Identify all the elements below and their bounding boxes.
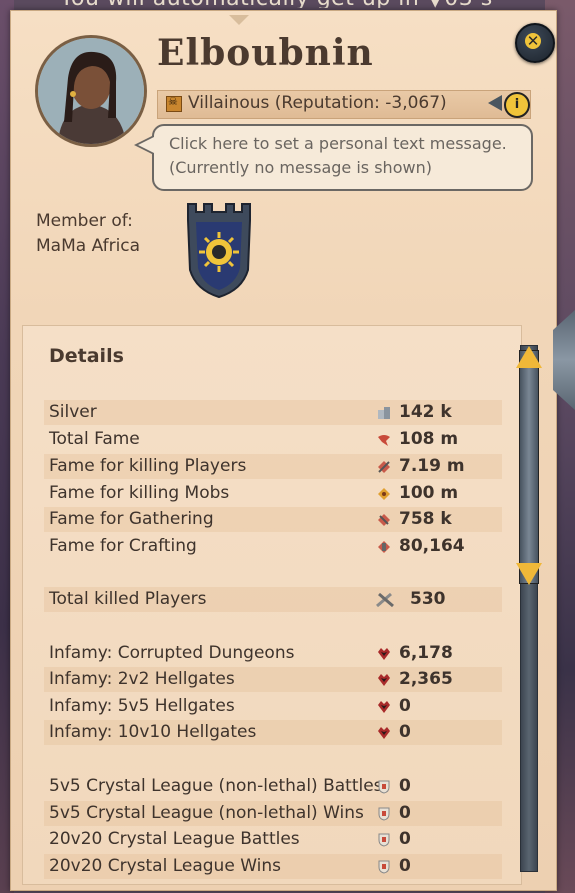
detail-label: Silver	[49, 402, 97, 422]
detail-label: Infamy: 2v2 Hellgates	[49, 669, 235, 689]
detail-label: 5v5 Crystal League (non-lethal) Battles	[49, 776, 383, 796]
detail-label: Total Fame	[49, 429, 140, 449]
detail-row: Infamy: 10v10 Hellgates 0	[44, 720, 502, 745]
personal-message-bubble[interactable]: Click here to set a personal text messag…	[152, 124, 533, 191]
detail-label: Fame for killing Mobs	[49, 483, 230, 503]
detail-value: 108 m	[399, 429, 459, 449]
detail-label: Total killed Players	[49, 589, 207, 609]
panel-notch	[229, 15, 249, 25]
detail-row: 20v20 Crystal League Wins 0	[44, 854, 502, 879]
detail-value: 6,178	[399, 643, 453, 663]
detail-label: Fame for Gathering	[49, 509, 214, 529]
detail-value: 2,365	[399, 669, 453, 689]
detail-value: 0	[399, 696, 411, 716]
player-name: Elboubnin	[157, 32, 374, 74]
pve-fame-icon	[377, 486, 391, 500]
detail-value: 758 k	[399, 509, 452, 529]
scroll-up-icon[interactable]	[516, 346, 542, 368]
detail-row: Infamy: 2v2 Hellgates 2,365	[44, 667, 502, 692]
detail-row: Total Fame 108 m	[44, 427, 502, 452]
detail-row: Infamy: Corrupted Dungeons 6,178	[44, 641, 502, 666]
member-of-label: Member of:	[36, 211, 133, 231]
gathering-fame-icon	[377, 512, 391, 526]
crossed-swords-icon	[375, 592, 395, 608]
info-icon: i	[504, 92, 530, 118]
infamy-icon	[377, 672, 391, 686]
skull-icon	[166, 95, 182, 112]
detail-row: Fame for killing Mobs 100 m	[44, 481, 502, 506]
detail-value: 0	[399, 722, 411, 742]
respawn-banner: You will automatically get up in ▼03 s	[60, 0, 530, 8]
detail-label: Fame for Crafting	[49, 536, 197, 556]
close-button[interactable]: ✕	[515, 23, 555, 63]
close-icon: ✕	[525, 32, 541, 50]
guild-emblem-icon[interactable]	[182, 200, 256, 299]
detail-value: 0	[399, 803, 411, 823]
detail-label: 20v20 Crystal League Battles	[49, 829, 300, 849]
player-avatar	[35, 35, 147, 147]
detail-row: Total killed Players 530	[44, 587, 502, 612]
detail-label: Fame for killing Players	[49, 456, 247, 476]
detail-label: Infamy: 10v10 Hellgates	[49, 722, 257, 742]
pvp-fame-icon	[377, 459, 391, 473]
reputation-bar: Villainous (Reputation: -3,067)	[157, 90, 531, 119]
crafting-fame-icon	[377, 539, 391, 553]
message-bubble-tail-fill	[138, 137, 154, 153]
guild-name[interactable]: MaMa Africa	[36, 236, 140, 256]
detail-value: 530	[410, 589, 446, 609]
detail-value: 0	[399, 856, 411, 876]
detail-label: Infamy: Corrupted Dungeons	[49, 643, 295, 663]
crystal-shield-icon	[377, 806, 391, 821]
detail-value: 0	[399, 776, 411, 796]
detail-value: 0	[399, 829, 411, 849]
scrollbar-thumb[interactable]	[519, 350, 539, 584]
fame-icon	[377, 432, 391, 446]
details-title: Details	[49, 345, 124, 367]
infamy-icon	[377, 699, 391, 713]
detail-label: Infamy: 5v5 Hellgates	[49, 696, 235, 716]
reputation-text: Villainous (Reputation: -3,067)	[188, 93, 447, 113]
detail-row: Fame for Crafting 80,164	[44, 534, 502, 559]
silver-icon	[377, 405, 391, 419]
message-line-2: (Currently no message is shown)	[169, 158, 432, 177]
detail-label: 20v20 Crystal League Wins	[49, 856, 281, 876]
detail-row: 20v20 Crystal League Battles 0	[44, 827, 502, 852]
detail-value: 7.19 m	[399, 456, 465, 476]
scroll-down-icon[interactable]	[516, 563, 542, 585]
detail-row: Infamy: 5v5 Hellgates 0	[44, 694, 502, 719]
detail-value: 100 m	[399, 483, 459, 503]
detail-label: 5v5 Crystal League (non-lethal) Wins	[49, 803, 364, 823]
detail-row: Fame for Gathering 758 k	[44, 507, 502, 532]
message-line-1: Click here to set a personal text messag…	[169, 134, 507, 153]
infamy-icon	[377, 646, 391, 660]
crystal-shield-icon	[377, 832, 391, 847]
detail-row: Silver 142 k	[44, 400, 502, 425]
detail-row: 5v5 Crystal League (non-lethal) Wins 0	[44, 801, 502, 826]
crystal-shield-icon	[377, 779, 391, 794]
detail-row: 5v5 Crystal League (non-lethal) Battles …	[44, 774, 502, 799]
detail-row: Fame for killing Players 7.19 m	[44, 454, 502, 479]
crystal-shield-icon	[377, 859, 391, 874]
arrow-left-icon	[488, 95, 502, 111]
infamy-icon	[377, 725, 391, 739]
detail-value: 80,164	[399, 536, 465, 556]
detail-value: 142 k	[399, 402, 452, 422]
reputation-info-button[interactable]: i	[488, 91, 530, 118]
